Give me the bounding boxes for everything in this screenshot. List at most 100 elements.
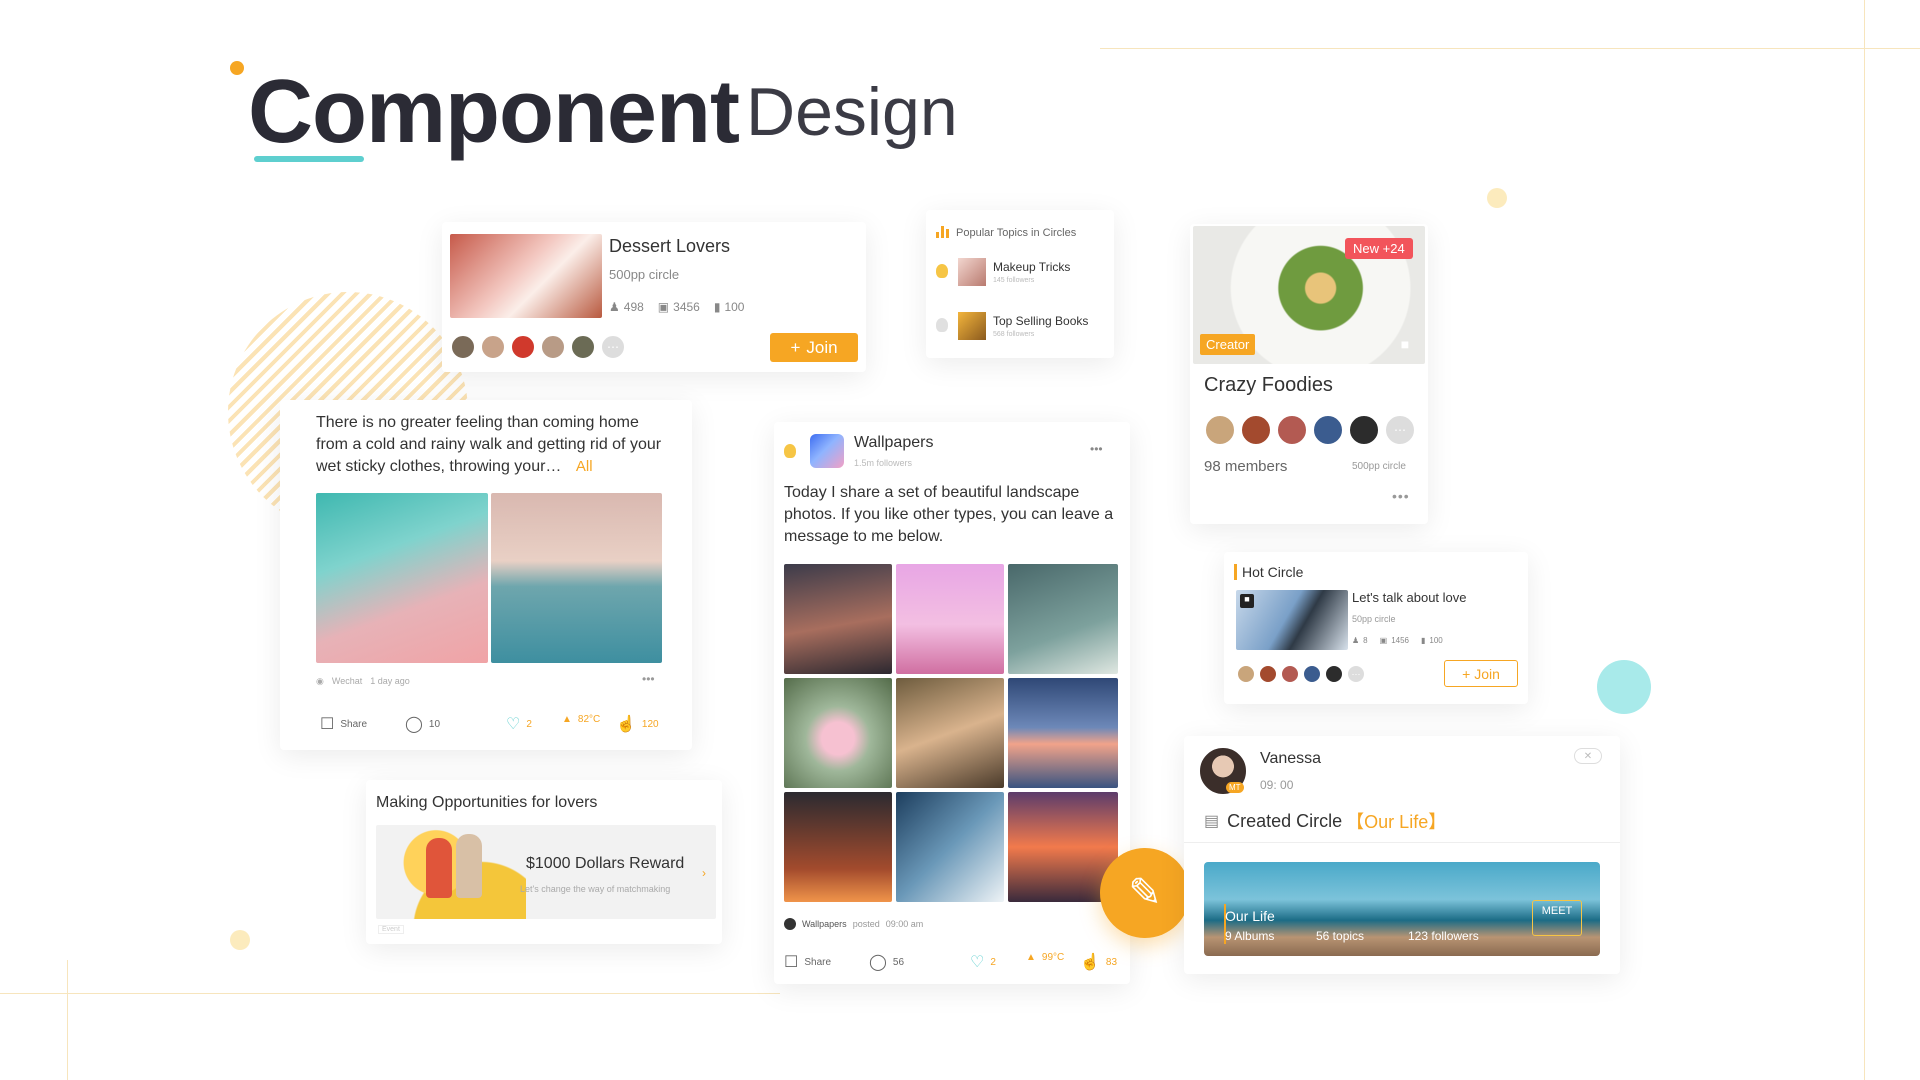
grid-photo[interactable] <box>1008 564 1118 674</box>
decor-dot <box>230 930 250 950</box>
dessert-lovers-card[interactable]: Dessert Lovers 500pp circle ♟ 498 ▣ 3456 ▮… <box>442 222 866 372</box>
section-marker <box>1234 564 1237 580</box>
topic-name: Top Selling Books <box>993 314 1089 328</box>
post-meta: ◉ Wechat 1 day ago <box>316 676 410 686</box>
comment-icon: ▣ <box>1379 636 1388 645</box>
member-avatar[interactable] <box>1204 414 1236 446</box>
decor-dot <box>1597 660 1651 714</box>
more-members-icon[interactable]: ⋯ <box>1346 664 1366 684</box>
hot-circle-size: 50pp circle <box>1352 614 1396 624</box>
close-icon[interactable]: ✕ <box>1574 748 1602 764</box>
more-members-icon[interactable]: ⋯ <box>1384 414 1416 446</box>
lock-icon: ■ <box>1400 336 1410 352</box>
join-button[interactable]: + Join <box>770 333 858 362</box>
member-avatar[interactable] <box>1240 414 1272 446</box>
bar-chart-icon <box>936 226 949 238</box>
member-avatar[interactable] <box>480 334 506 360</box>
hot-circle-card[interactable]: Hot Circle ■ Let's talk about love 50pp … <box>1224 552 1528 704</box>
post-card[interactable]: There is no greater feeling than coming … <box>280 400 692 750</box>
medal-gold-icon <box>784 444 796 458</box>
member-avatar[interactable] <box>1280 664 1300 684</box>
event-reward: $1000 Dollars Reward <box>526 855 685 872</box>
circle-name: Crazy Foodies <box>1204 374 1333 396</box>
crazy-foodies-card[interactable]: New +24 Creator ■ Crazy Foodies ⋯ 98 mem… <box>1190 224 1428 524</box>
grid-photo[interactable] <box>896 678 1004 788</box>
stats-row: ♟ 498 ▣ 3456 ▮ 100 <box>609 300 745 314</box>
grid-line <box>1864 0 1865 1080</box>
more-options-icon[interactable]: ••• <box>1090 442 1103 456</box>
member-avatar[interactable] <box>570 334 596 360</box>
topic-item[interactable]: Top Selling Books 568 followers <box>926 312 1114 352</box>
topic-item[interactable]: Makeup Tricks 145 followers <box>926 258 1114 298</box>
grid-photo[interactable] <box>784 564 892 674</box>
comment-icon: ◯ <box>405 716 423 733</box>
more-options-icon[interactable]: ••• <box>1392 488 1410 504</box>
share-icon: ☐ <box>320 716 335 733</box>
grid-photo[interactable] <box>784 678 892 788</box>
plus-icon: + <box>1462 665 1471 682</box>
stats-row: ♟ 8 ▣ 1456 ▮ 100 <box>1352 636 1443 645</box>
user-icon: ♟ <box>609 300 620 314</box>
like-button[interactable]: ♡ 2 <box>506 714 532 734</box>
topic-thumbnail <box>958 258 986 286</box>
post-text: Today I share a set of beautiful landsca… <box>784 484 1114 545</box>
event-title: Making Opportunities for lovers <box>376 794 598 811</box>
thumbs-up-icon: ☝ <box>1080 954 1100 971</box>
user-icon: ♟ <box>1352 636 1360 645</box>
creator-badge: Creator <box>1200 334 1256 355</box>
grid-photo[interactable] <box>896 564 1004 674</box>
fire-icon: ▲ <box>562 714 572 725</box>
event-tag: Event <box>378 925 404 934</box>
member-avatar[interactable] <box>1302 664 1322 684</box>
event-illustration <box>426 838 452 898</box>
grid-line <box>67 960 68 1080</box>
post-image[interactable] <box>316 493 488 663</box>
title-underline <box>254 156 364 162</box>
fire-icon: ▲ <box>1026 952 1036 963</box>
book-icon: ▮ <box>1420 636 1426 645</box>
event-card[interactable]: Making Opportunities for lovers $1000 Do… <box>366 780 722 944</box>
edit-pencil-icon[interactable]: ✎ <box>1100 848 1190 938</box>
meet-logo-icon: MEET <box>1532 900 1582 936</box>
wechat-icon: ◉ <box>316 676 324 686</box>
member-avatar[interactable] <box>540 334 566 360</box>
divider <box>1184 842 1620 843</box>
member-avatar[interactable] <box>1236 664 1256 684</box>
member-avatar[interactable] <box>1324 664 1344 684</box>
comment-icon: ▣ <box>657 300 670 314</box>
post-image[interactable] <box>491 493 662 663</box>
like-icon: ♡ <box>970 954 985 971</box>
share-button[interactable]: ☐ Share <box>320 714 367 734</box>
wallpapers-post-card[interactable]: Wallpapers 1.5m followers ••• Today I sh… <box>774 422 1130 984</box>
share-button[interactable]: ☐ Share <box>784 952 831 972</box>
member-avatar[interactable] <box>510 334 536 360</box>
member-avatar[interactable] <box>450 334 476 360</box>
comment-button[interactable]: ◯ 56 <box>869 952 904 972</box>
grid-photo[interactable] <box>896 792 1004 902</box>
circle-avatar[interactable] <box>810 434 844 468</box>
popular-header: Popular Topics in Circles <box>956 227 1077 239</box>
comment-button[interactable]: ◯ 10 <box>405 714 440 734</box>
popular-topics-card: Popular Topics in Circles Makeup Tricks … <box>926 210 1114 358</box>
grid-photo[interactable] <box>1008 678 1118 788</box>
join-button[interactable]: + Join <box>1444 660 1518 687</box>
circle-link[interactable]: 【Our Life】 <box>1346 808 1446 834</box>
member-avatar[interactable] <box>1348 414 1380 446</box>
read-all-link[interactable]: All <box>576 458 593 475</box>
document-icon: ▤ <box>1204 813 1220 830</box>
more-options-icon[interactable]: ••• <box>642 672 655 686</box>
member-avatar[interactable] <box>1312 414 1344 446</box>
thumbs-button[interactable]: ☝ 120 <box>616 714 659 734</box>
activity-card[interactable]: MT Vanessa 09: 00 ✕ ▤ Created Circle 【Ou… <box>1184 736 1620 974</box>
chevron-right-icon[interactable]: › <box>702 866 706 880</box>
page-title: Component <box>248 62 740 162</box>
more-members-icon[interactable]: ⋯ <box>600 334 626 360</box>
like-button[interactable]: ♡ 2 <box>970 952 996 972</box>
grid-photo[interactable] <box>784 792 892 902</box>
thumbs-button[interactable]: ☝ 83 <box>1080 952 1117 972</box>
member-avatar[interactable] <box>1276 414 1308 446</box>
member-avatar[interactable] <box>1258 664 1278 684</box>
topic-name: Makeup Tricks <box>993 260 1071 274</box>
user-name: Vanessa <box>1260 750 1322 767</box>
topic-followers: 145 followers <box>993 277 1035 284</box>
